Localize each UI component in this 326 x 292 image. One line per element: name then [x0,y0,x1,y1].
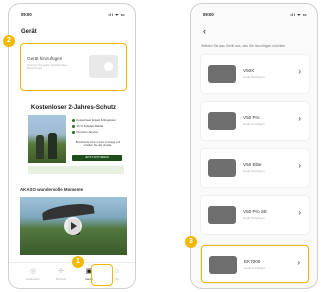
device-card-ek7000[interactable]: EK7000 Gerät hinzufügen › [201,245,309,283]
tab-highlight [91,264,113,286]
promo-footer [28,166,124,174]
tab-moment[interactable]: ✛ Moment [49,268,73,281]
phone-screen-device-list: 09:00 ıll ᯤ ▭ ‹ Wählen Sie das Gerät aus… [190,3,318,289]
back-button[interactable]: ‹ [203,26,206,36]
device-card-v50x[interactable]: V50X Gerät hinzufügen › [201,55,309,93]
step-badge-3: 3 [185,236,197,248]
device-thumbnail [208,159,236,177]
device-hint: Gerät hinzufügen [244,266,266,270]
play-icon[interactable] [64,217,82,235]
tab-entdecken[interactable]: ◎ Entdecken [21,268,45,281]
person-icon: ☺ [113,268,121,275]
bottom-tab-bar: ◎ Entdecken ✛ Moment ▣ Gerät ☺ Ich [9,262,135,288]
device-card-v50-pro-se[interactable]: V50 Pro SE Gerät hinzufügen › [201,196,309,234]
device-card-v50-elite[interactable]: V50 Elite Gerät hinzufügen › [201,149,309,187]
promo-photo [28,115,66,163]
moments-section-title: AKASO wundervolle Momente [20,187,84,192]
promo-note: Bewerbenie kann unsere Umfrage und erhal… [75,141,121,148]
status-time: 09:00 [203,12,214,17]
device-thumbnail [208,112,236,130]
device-instruction: Wählen Sie das Gerät aus, das Sie hinzuf… [201,44,286,48]
device-hint: Gerät hinzufügen [243,216,265,220]
chevron-right-icon: › [298,114,301,123]
device-name: V50 Pro [243,115,260,120]
status-time: 09:00 [21,12,32,17]
device-name: V50 Pro SE [243,209,268,214]
status-bar: 09:00 ıll ᯤ ▭ [21,12,125,20]
plus-icon: ✛ [58,268,64,275]
device-hint: Gerät hinzufügen [243,122,265,126]
promo-feature: 10 % Zubehör-Rabatt [72,124,103,128]
status-bar: 09:00 ıll ᯤ ▭ [203,12,307,20]
chevron-right-icon: › [298,208,301,217]
phone-screen-home: 09:00 ıll ᯤ ▭ Gerät Gerät hinzufügen Neh… [8,3,136,289]
status-icons: ıll ᯤ ▭ [290,12,307,17]
promo-banner[interactable]: Kostenloser 2-Jahres-Schutz Kostenloser … [20,98,127,182]
camera-placeholder-icon [89,55,118,78]
chevron-right-icon: › [298,67,301,76]
device-name: V50X [243,68,255,73]
promo-headline: Kostenloser 2-Jahres-Schutz [30,104,117,111]
promo-activate-button[interactable]: JETZT AKTIVIEREN [72,155,122,161]
device-thumbnail [208,206,236,224]
compass-icon: ◎ [29,268,37,275]
promo-feature: Kostenloser Ersatz & Reparatur [72,118,116,122]
device-thumbnail [208,65,236,83]
status-icons: ıll ᯤ ▭ [108,12,125,17]
add-device-subtitle: Nehmen Sie jeden gewünschten Moment auf [27,63,68,71]
device-hint: Gerät hinzufügen [243,75,265,79]
chevron-right-icon: › [298,161,301,170]
page-title: Gerät [21,29,37,35]
add-device-title: Gerät hinzufügen [27,56,63,61]
promo-feature: Premium-Service [72,130,98,134]
moment-video-thumbnail[interactable] [20,197,127,255]
device-card-v50-pro[interactable]: V50 Pro Gerät hinzufügen › [201,102,309,140]
add-device-card[interactable]: Gerät hinzufügen Nehmen Sie jeden gewüns… [20,43,127,91]
device-thumbnail [209,256,237,274]
device-hint: Gerät hinzufügen [243,169,265,173]
step-badge-2: 2 [3,35,15,47]
device-name: EK7000 [244,259,261,264]
step-badge-1: 1 [72,256,84,268]
chevron-right-icon: › [297,258,300,267]
device-name: V50 Elite [243,162,262,167]
